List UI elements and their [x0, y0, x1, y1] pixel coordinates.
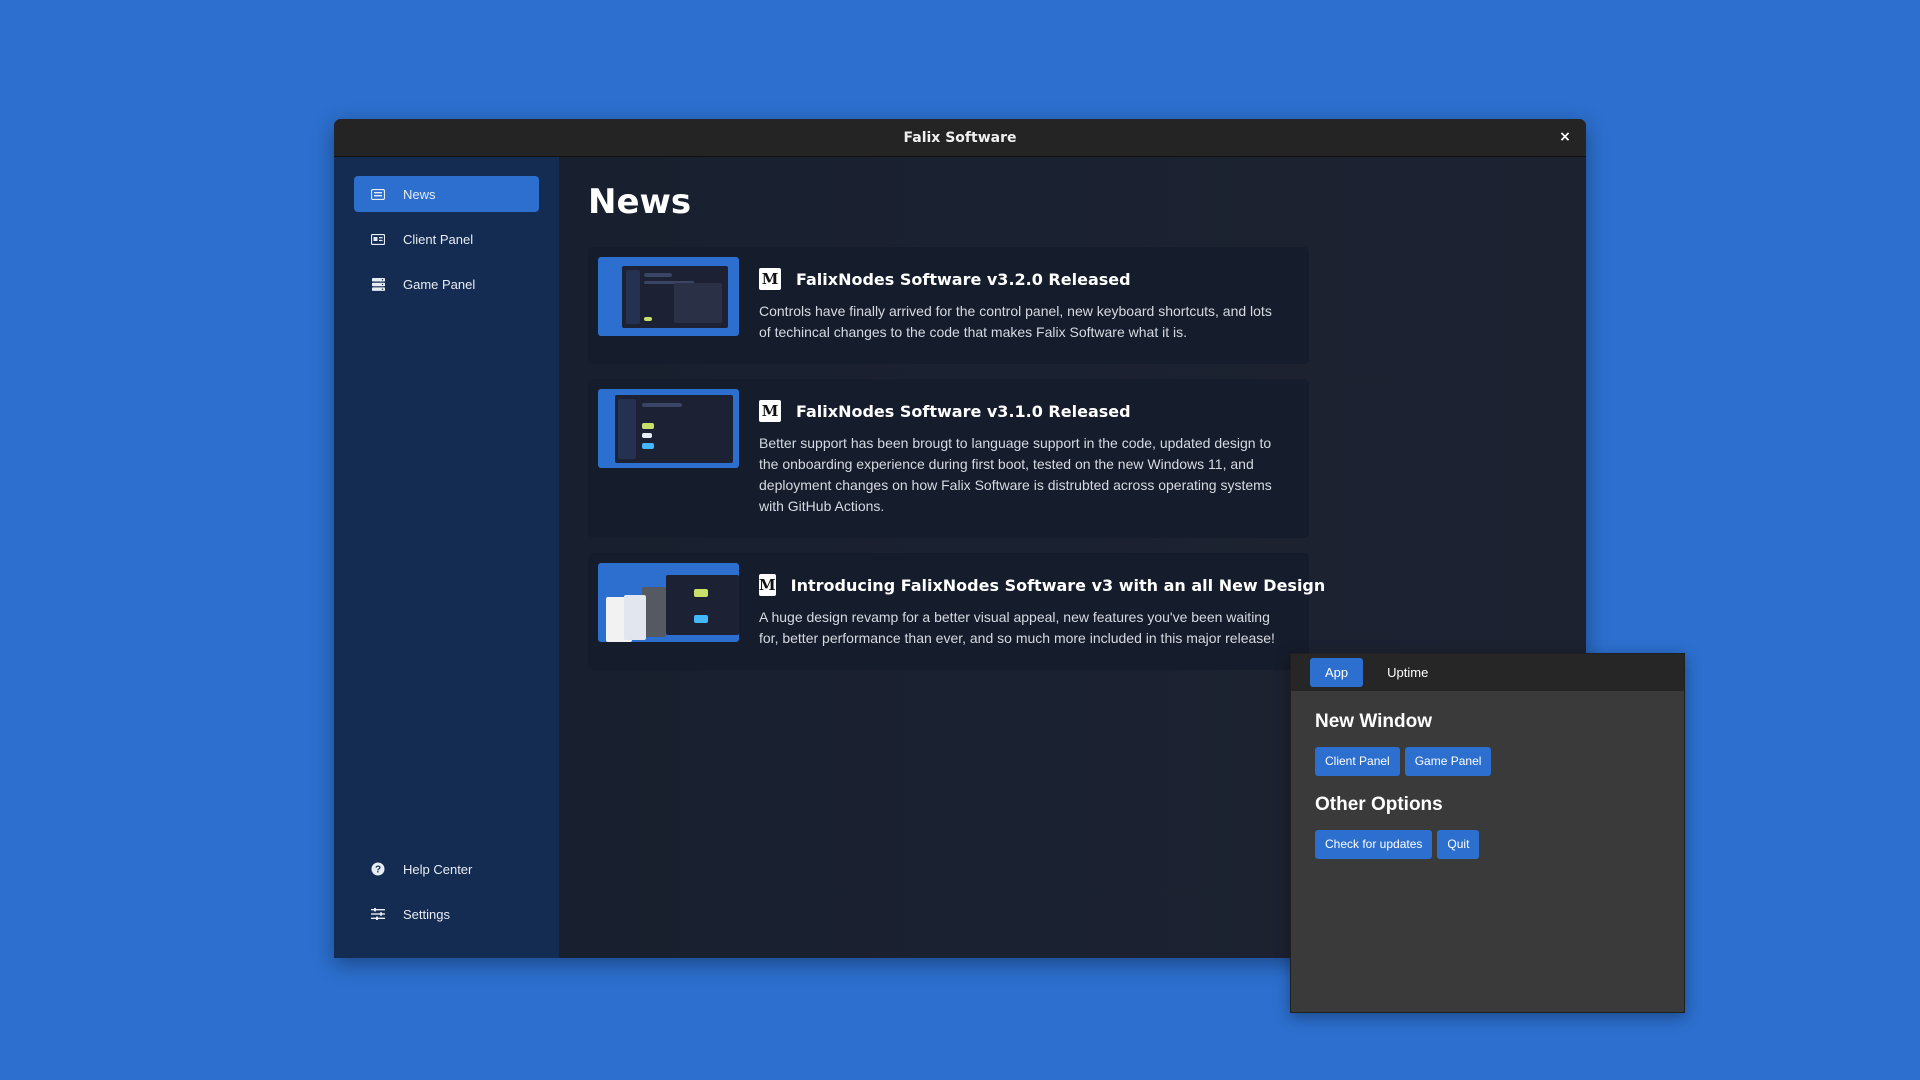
sliders-icon: [370, 906, 386, 922]
news-thumbnail: [598, 389, 739, 468]
sidebar-item-label: Help Center: [403, 861, 473, 877]
news-list: M FalixNodes Software v3.2.0 Released Co…: [588, 247, 1325, 670]
news-description: A huge design revamp for a better visual…: [759, 609, 1275, 646]
news-title[interactable]: FalixNodes Software v3.1.0 Released: [796, 402, 1131, 421]
client-panel-icon: [370, 231, 386, 247]
sidebar-item-game-panel[interactable]: Game Panel: [354, 266, 539, 302]
sidebar: News Client Panel Game Panel ? Help Cent…: [334, 157, 559, 958]
news-card-text: M Introducing FalixNodes Software v3 wit…: [759, 563, 1325, 660]
news-card-header: M FalixNodes Software v3.1.0 Released: [759, 400, 1279, 422]
sidebar-item-help-center[interactable]: ? Help Center: [354, 851, 539, 887]
news-card-header: M FalixNodes Software v3.2.0 Released: [759, 268, 1279, 290]
medium-icon: M: [759, 268, 781, 290]
page-title: News: [588, 182, 692, 222]
tab-app[interactable]: App: [1310, 658, 1364, 687]
sidebar-item-label: Settings: [403, 906, 450, 922]
titlebar: Falix Software ×: [334, 119, 1586, 157]
close-icon[interactable]: ×: [1556, 128, 1574, 146]
panel-content: New Window Client Panel Game Panel Other…: [1291, 691, 1684, 885]
news-card-text: M FalixNodes Software v3.1.0 Released Be…: [759, 389, 1279, 528]
open-client-panel-button[interactable]: Client Panel: [1315, 747, 1400, 776]
news-thumbnail: [598, 563, 739, 642]
sidebar-item-label: Client Panel: [403, 231, 474, 247]
other-options-heading: Other Options: [1315, 794, 1443, 815]
new-window-heading: New Window: [1315, 711, 1432, 732]
help-circle-icon: ?: [370, 861, 386, 877]
new-window-buttons: Client Panel Game Panel: [1315, 747, 1660, 776]
medium-icon: M: [759, 400, 781, 422]
news-title[interactable]: Introducing FalixNodes Software v3 with …: [791, 576, 1326, 595]
sidebar-item-settings[interactable]: Settings: [354, 896, 539, 932]
other-options-buttons: Check for updates Quit: [1315, 830, 1660, 859]
svg-text:?: ?: [375, 865, 381, 876]
news-card-text: M FalixNodes Software v3.2.0 Released Co…: [759, 257, 1279, 354]
news-title[interactable]: FalixNodes Software v3.2.0 Released: [796, 270, 1131, 289]
window-title: Falix Software: [903, 129, 1017, 146]
news-card-header: M Introducing FalixNodes Software v3 wit…: [759, 574, 1325, 596]
news-card[interactable]: M FalixNodes Software v3.2.0 Released Co…: [588, 247, 1309, 364]
panel-tabs: App Uptime: [1291, 654, 1684, 691]
quit-button[interactable]: Quit: [1437, 830, 1480, 859]
news-thumbnail: [598, 257, 739, 336]
news-card[interactable]: M Introducing FalixNodes Software v3 wit…: [588, 553, 1325, 670]
sidebar-item-label: News: [403, 186, 436, 202]
sidebar-item-label: Game Panel: [403, 276, 476, 292]
open-game-panel-button[interactable]: Game Panel: [1404, 747, 1492, 776]
sidebar-bottom: ? Help Center Settings: [354, 851, 539, 941]
news-icon: [370, 186, 386, 202]
quick-actions-panel: App Uptime New Window Client Panel Game …: [1290, 653, 1685, 1013]
sidebar-item-client-panel[interactable]: Client Panel: [354, 221, 539, 257]
check-for-updates-button[interactable]: Check for updates: [1315, 830, 1433, 859]
sidebar-item-news[interactable]: News: [354, 176, 539, 212]
news-card[interactable]: M FalixNodes Software v3.1.0 Released Be…: [588, 379, 1309, 538]
tab-uptime[interactable]: Uptime: [1372, 658, 1443, 687]
desktop: Falix Software × News Client Panel Game …: [0, 0, 1920, 1080]
medium-icon: M: [759, 574, 776, 596]
news-description: Controls have finally arrived for the co…: [759, 303, 1272, 340]
news-description: Better support has been brougt to langua…: [759, 435, 1272, 514]
game-panel-icon: [370, 276, 386, 292]
